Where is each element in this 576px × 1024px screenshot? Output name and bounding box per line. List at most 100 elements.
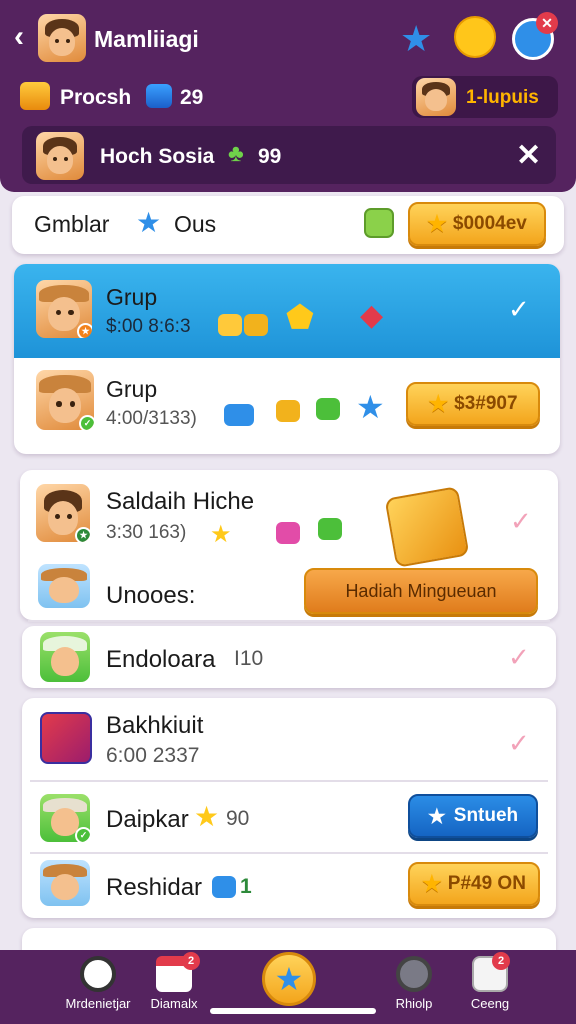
list-name: Daipkar <box>106 806 189 833</box>
star-icon[interactable]: ★ <box>400 18 432 60</box>
price-button[interactable]: ★ P#49 ON <box>408 862 540 906</box>
level-label: 1-lupuis <box>466 87 539 108</box>
close-icon[interactable]: ✕ <box>516 138 541 173</box>
filter-bar: Gmblar ★ Ous ★ $0004ev <box>12 196 564 254</box>
coin-icon <box>218 314 242 336</box>
back-icon[interactable]: ‹ <box>14 20 24 54</box>
shield-icon: ⬟ <box>286 299 314 335</box>
coin-button-label: $0004ev <box>452 213 527 234</box>
action-button-label: Sntueh <box>453 805 519 826</box>
list-name: Reshidar <box>106 874 203 901</box>
star-icon: ★ <box>136 207 162 238</box>
list-avatar <box>38 564 90 608</box>
star-icon: ★ <box>356 389 385 425</box>
player-avatar[interactable] <box>38 14 86 62</box>
resource-label: Procsh <box>60 86 132 109</box>
notice-avatar <box>36 132 84 180</box>
coin-button[interactable]: ★ $0004ev <box>408 202 546 246</box>
star-icon: ★ <box>194 801 220 832</box>
star-icon: ★ <box>427 805 446 828</box>
list-item[interactable]: Unooes: Hadiah Mingueuan <box>20 550 558 620</box>
green-gem-icon <box>318 518 342 540</box>
list-item[interactable]: Bakhkiuit 6:00 2337 ✓ <box>22 698 556 780</box>
list-card-2: Endoloara I10 ✓ <box>22 626 556 688</box>
film-reel-icon <box>80 956 116 992</box>
check-icon[interactable]: ✓ <box>508 728 530 759</box>
nav-badge: 2 <box>492 952 510 970</box>
check-icon[interactable]: ✓ <box>508 642 530 673</box>
close-badge[interactable]: ✕ <box>536 12 558 34</box>
nav-badge: 2 <box>182 952 200 970</box>
filter-label: Gmblar <box>34 211 110 237</box>
settings-gear-icon <box>396 956 432 992</box>
resource-value: 29 <box>180 86 204 109</box>
list-avatar: ✓ <box>40 794 90 842</box>
green-gem-icon <box>316 398 340 420</box>
list-item[interactable]: Reshidar 1 ★ P#49 ON <box>22 854 556 918</box>
list-sub: 90 <box>226 807 250 830</box>
pink-gem-icon <box>276 522 300 544</box>
list-avatar <box>40 632 90 682</box>
group-name: Grup <box>106 376 158 402</box>
nav-item-film[interactable]: Mrdenietjar <box>58 950 138 1024</box>
nav-item-calendar[interactable]: 2 Diamalx <box>134 950 214 1024</box>
list-name: Bakhkiuit <box>106 712 204 739</box>
notice-count: 99 <box>258 145 282 168</box>
resource-icon <box>20 82 50 110</box>
game-title: Mamliiagi <box>94 26 199 52</box>
star-icon: ★ <box>210 521 232 548</box>
nav-item-settings[interactable]: Rhiolp <box>374 950 454 1024</box>
emoji-icon[interactable] <box>454 16 496 58</box>
star-icon: ★ <box>428 391 449 416</box>
weekly-reward-label: Hadiah Mingueuan <box>345 580 497 601</box>
list-item[interactable]: ★ Saldaih Hiche 3:30 163) ★ ✓ <box>20 470 558 568</box>
group-name: Grup <box>106 284 158 310</box>
list-item[interactable]: Endoloara I10 ✓ <box>22 626 556 688</box>
gold-icon <box>244 314 268 336</box>
nav-label: Rhiolp <box>395 996 433 1011</box>
nav-label: Ceeng <box>470 996 510 1011</box>
group-avatar: ✓ <box>36 370 94 430</box>
group-sub: $:00 8:6:3 <box>106 316 191 337</box>
home-indicator <box>210 1008 376 1014</box>
action-button[interactable]: ★ Sntueh <box>408 794 538 838</box>
list-avatar: ★ <box>36 484 90 542</box>
nav-label: Diamalx <box>150 996 198 1011</box>
check-icon[interactable]: ✓ <box>508 294 530 325</box>
gem-icon <box>212 876 236 898</box>
star-icon: ★ <box>427 211 447 236</box>
list-sub: 3:30 163) <box>106 522 187 543</box>
group-row-selected[interactable]: ★ Grup $:00 8:6:3 ⬟ ◆ ✓ <box>14 264 560 358</box>
level-avatar <box>416 78 456 116</box>
bottom-nav: Mrdenietjar 2 Diamalx ★ Rhiolp 2 Ceeng <box>0 950 576 1024</box>
nav-label: Mrdenietjar <box>65 996 131 1011</box>
list-sub: 1 <box>240 875 252 898</box>
group-card: ★ Grup $:00 8:6:3 ⬟ ◆ ✓ ✓ Grup 4:00/3133… <box>14 264 560 454</box>
check-icon[interactable]: ✓ <box>510 506 532 537</box>
gem-icon <box>146 84 172 108</box>
center-star-button[interactable]: ★ <box>262 952 316 1006</box>
group-row[interactable]: ✓ Grup 4:00/3133) ★ ★ $3#907 <box>14 358 560 454</box>
list-card-3: Bakhkiuit 6:00 2337 ✓ ✓ Daipkar ★ 90 ★ S… <box>22 698 556 918</box>
star-icon: ★ <box>422 871 442 896</box>
reward-card: ★ Saldaih Hiche 3:30 163) ★ ✓ Unooes: Ha… <box>20 470 558 622</box>
weekly-reward-button[interactable]: Hadiah Mingueuan <box>304 568 538 614</box>
group-avatar: ★ <box>36 280 92 338</box>
price-button-label: P#49 ON <box>447 873 526 894</box>
list-name: Saldaih Hiche <box>106 488 255 515</box>
group-coin-button[interactable]: ★ $3#907 <box>406 382 540 426</box>
list-sub: I10 <box>234 647 264 670</box>
filter-label-2: Ous <box>174 211 217 237</box>
key-icon[interactable] <box>364 208 394 238</box>
gold-gem-icon <box>276 400 300 422</box>
top-header: ‹ Mamliiagi ★ ✕ Procsh 29 1-lupuis Hoch … <box>0 0 576 192</box>
gift-box-icon <box>40 712 92 764</box>
list-item[interactable]: ✓ Daipkar ★ 90 ★ Sntueh <box>22 782 556 852</box>
list-avatar <box>40 860 90 906</box>
blue-gem-icon <box>224 404 254 426</box>
list-name: Unooes: <box>106 582 196 609</box>
list-sub: 6:00 2337 <box>106 744 200 767</box>
nav-item-dice[interactable]: 2 Ceeng <box>450 950 530 1024</box>
clover-icon: ♣ <box>228 140 244 167</box>
list-name: Endoloara <box>106 646 216 673</box>
